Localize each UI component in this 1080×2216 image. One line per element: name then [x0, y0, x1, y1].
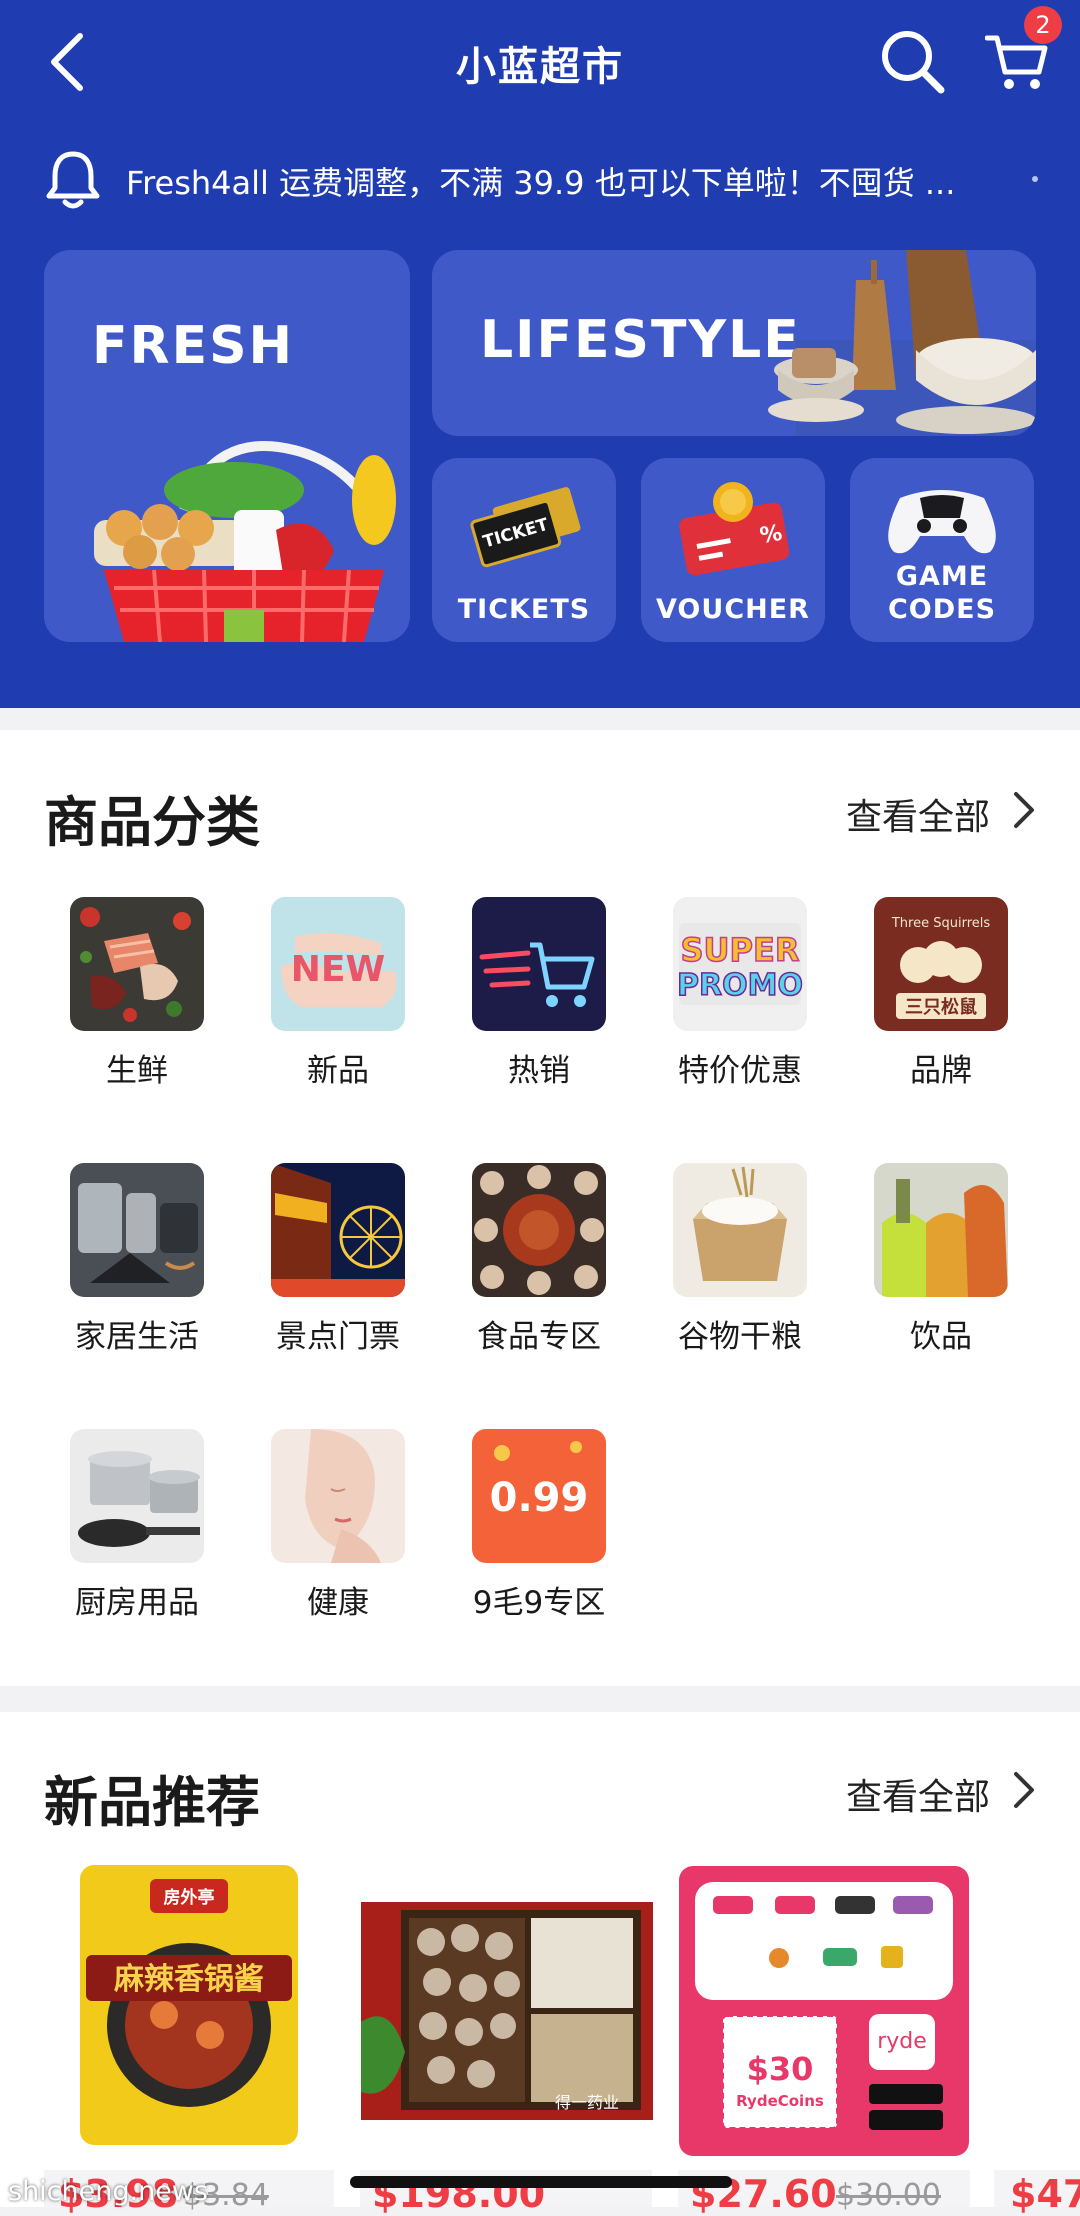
svg-text:三只松鼠: 三只松鼠	[905, 996, 977, 1018]
product-original-price: $30.00	[836, 2178, 941, 2213]
category-label: 食品专区	[477, 1319, 601, 1355]
category-label: 家居生活	[75, 1319, 199, 1355]
category-label: 新品	[307, 1053, 369, 1089]
svg-text:NEW: NEW	[291, 949, 385, 990]
game-codes-banner[interactable]: GAME CODES	[850, 458, 1034, 642]
product-mushroom-image[interactable]: 得一药业	[361, 1902, 653, 2120]
product-sauce-image[interactable]: 房外亭 麻辣香锅酱	[80, 1865, 298, 2145]
nav-bar: 小蓝超市 2	[0, 0, 1080, 125]
lifestyle-banner[interactable]: LIFESTYLE	[432, 250, 1036, 436]
categories-see-all-link[interactable]: 查看全部	[846, 788, 990, 840]
game-codes-label: GAME CODES	[850, 560, 1034, 626]
category-new-image: NEW	[271, 897, 405, 1031]
game-label-line1: GAME	[895, 561, 989, 592]
categories-section: 商品分类 查看全部 生鲜 NEW 新品 热销 SUPER PROMO 特价优惠 …	[0, 730, 1080, 1686]
category-health-image	[271, 1429, 405, 1563]
category-grains-image	[673, 1163, 807, 1297]
category-label: 健康	[307, 1585, 369, 1621]
ticket-icon: TICKET	[470, 487, 581, 568]
category-food-image	[472, 1163, 606, 1297]
svg-text:SUPER: SUPER	[681, 931, 800, 969]
category-label: 景点门票	[276, 1319, 400, 1355]
svg-text:PROMO: PROMO	[677, 968, 803, 1003]
svg-text:Three Squirrels: Three Squirrels	[891, 916, 991, 931]
chevron-right-icon[interactable]	[1012, 790, 1036, 830]
fresh-label: FRESH	[92, 316, 295, 376]
category-promo-image: SUPER PROMO	[673, 897, 807, 1031]
tickets-banner[interactable]: TICKET TICKETS	[432, 458, 616, 642]
svg-text:ryde: ryde	[877, 2029, 927, 2054]
category-label: 生鲜	[106, 1053, 168, 1089]
product-price: $47	[1010, 2172, 1080, 2216]
svg-text:房外亭: 房外亭	[164, 1887, 215, 1908]
categories-title: 商品分类	[44, 791, 260, 854]
category-label: 特价优惠	[678, 1053, 802, 1089]
svg-text:麻辣香锅酱: 麻辣香锅酱	[114, 1962, 264, 1997]
hero-header: 小蓝超市 2 Fresh4all 运费调整，不满 39.9 也可以下单啦！不囤货…	[0, 0, 1080, 708]
voucher-label: VOUCHER	[656, 594, 810, 625]
chevron-right-icon[interactable]	[1012, 1770, 1036, 1810]
category-fresh-image	[70, 897, 204, 1031]
category-099-image: 0.99	[472, 1429, 606, 1563]
svg-text:RydeCoins: RydeCoins	[736, 2092, 824, 2110]
tableware-image	[768, 250, 1036, 436]
svg-text:$30: $30	[747, 2050, 814, 2088]
category-hot-image	[472, 897, 606, 1031]
new-products-title: 新品推荐	[44, 1771, 260, 1834]
voucher-icon: %	[679, 482, 790, 576]
category-label: 品牌	[910, 1053, 972, 1089]
bell-icon	[46, 151, 100, 209]
category-label: 谷物干粮	[678, 1319, 802, 1355]
announcement-indicator	[1032, 176, 1038, 182]
announcement-text: Fresh4all 运费调整，不满 39.9 也可以下单啦！不囤货 ...	[126, 164, 956, 202]
search-icon[interactable]	[877, 26, 947, 96]
grocery-basket-image	[94, 441, 396, 642]
watermark: shicheng.news	[8, 2176, 208, 2207]
home-indicator[interactable]	[350, 2176, 732, 2188]
tickets-label: TICKETS	[457, 594, 591, 625]
product-ryde-voucher-image[interactable]: $30 RydeCoins ryde	[679, 1866, 969, 2156]
fresh-banner[interactable]: FRESH	[44, 250, 410, 642]
category-label: 热销	[508, 1053, 570, 1089]
voucher-mark: %	[758, 521, 784, 549]
category-brand-image: Three Squirrels 三只松鼠	[874, 897, 1008, 1031]
category-label: 饮品	[910, 1319, 972, 1355]
game-label-line2: CODES	[887, 594, 997, 625]
game-controller-icon	[888, 490, 996, 554]
voucher-banner[interactable]: % VOUCHER	[641, 458, 825, 642]
svg-text:0.99: 0.99	[490, 1475, 589, 1521]
new-products-see-all-link[interactable]: 查看全部	[846, 1768, 990, 1820]
lifestyle-label: LIFESTYLE	[480, 310, 801, 370]
cart-count-badge: 2	[1024, 6, 1062, 44]
category-home-living-image	[70, 1163, 204, 1297]
category-label: 厨房用品	[75, 1585, 199, 1621]
svg-text:得一药业: 得一药业	[555, 2093, 619, 2112]
announcement-bar[interactable]: Fresh4all 运费调整，不满 39.9 也可以下单啦！不囤货 ...	[0, 140, 1080, 220]
category-attractions-image	[271, 1163, 405, 1297]
category-kitchen-image	[70, 1429, 204, 1563]
category-label: 9毛9专区	[472, 1585, 606, 1621]
category-drinks-image	[874, 1163, 1008, 1297]
